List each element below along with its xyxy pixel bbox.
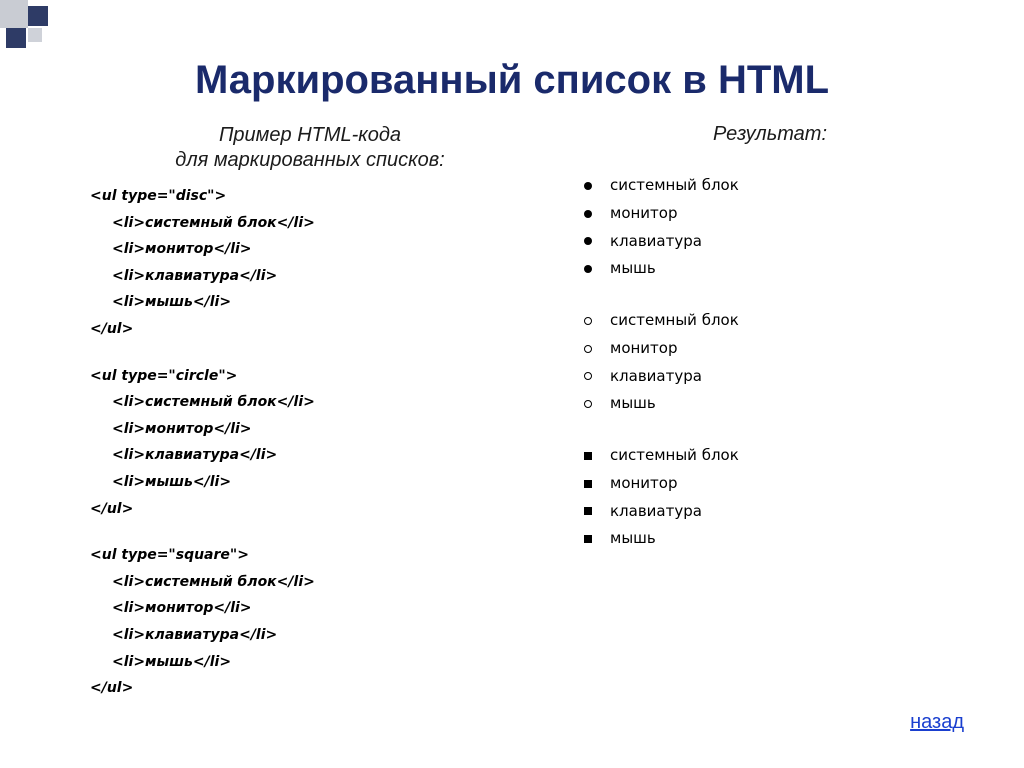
code-block-square: <ul type="square"> <li>системный блок</l… <box>90 542 530 702</box>
list-item: монитор <box>584 200 980 228</box>
code-line: <li>системный блок</li> <box>112 210 530 237</box>
list-item: клавиатура <box>584 498 980 526</box>
code-heading-line1: Пример HTML-кода <box>219 124 401 146</box>
code-line: </ul> <box>90 675 530 702</box>
bullet-circle-icon <box>584 400 592 408</box>
bullet-disc-icon <box>584 237 592 245</box>
code-line: <ul type="circle"> <box>90 363 530 390</box>
list-item-label: монитор <box>610 470 678 498</box>
list-item-label: системный блок <box>610 442 739 470</box>
code-line: <li>системный блок</li> <box>112 569 530 596</box>
result-list-disc: системный блок монитор клавиатура мышь <box>584 172 980 283</box>
deco-square <box>0 0 28 28</box>
list-item-label: мышь <box>610 390 656 418</box>
list-item: монитор <box>584 470 980 498</box>
list-item-label: системный блок <box>610 172 739 200</box>
bullet-square-icon <box>584 507 592 515</box>
bullet-square-icon <box>584 452 592 460</box>
corner-decoration <box>0 0 60 50</box>
code-line: <ul type="square"> <box>90 542 530 569</box>
page-title: Маркированный список в HTML <box>0 0 1024 103</box>
result-heading: Результат: <box>560 123 980 146</box>
code-heading: Пример HTML-кода для маркированных списк… <box>90 123 530 173</box>
list-item: системный блок <box>584 307 980 335</box>
code-line: <li>мышь</li> <box>112 289 530 316</box>
bullet-disc-icon <box>584 265 592 273</box>
list-item-label: клавиатура <box>610 498 702 526</box>
list-item: мышь <box>584 525 980 553</box>
list-item: клавиатура <box>584 228 980 256</box>
code-line: <li>мышь</li> <box>112 649 530 676</box>
list-item-label: системный блок <box>610 307 739 335</box>
list-item-label: клавиатура <box>610 228 702 256</box>
code-line: <li>клавиатура</li> <box>112 263 530 290</box>
bullet-disc-icon <box>584 182 592 190</box>
deco-square <box>28 6 48 26</box>
bullet-circle-icon <box>584 372 592 380</box>
bullet-square-icon <box>584 480 592 488</box>
code-line: <li>клавиатура</li> <box>112 442 530 469</box>
result-list-circle: системный блок монитор клавиатура мышь <box>584 307 980 418</box>
code-line: <li>монитор</li> <box>112 595 530 622</box>
list-item: монитор <box>584 335 980 363</box>
code-block-disc: <ul type="disc"> <li>системный блок</li>… <box>90 183 530 343</box>
bullet-square-icon <box>584 535 592 543</box>
bullet-circle-icon <box>584 345 592 353</box>
list-item-label: клавиатура <box>610 363 702 391</box>
list-item-label: мышь <box>610 255 656 283</box>
list-item-label: монитор <box>610 200 678 228</box>
list-item-label: мышь <box>610 525 656 553</box>
code-heading-line2: для маркированных списков: <box>175 149 444 171</box>
code-line: <li>мышь</li> <box>112 469 530 496</box>
code-line: <li>клавиатура</li> <box>112 622 530 649</box>
deco-square <box>28 28 42 42</box>
list-item: клавиатура <box>584 363 980 391</box>
list-item: мышь <box>584 255 980 283</box>
slide: Маркированный список в HTML Пример HTML-… <box>0 0 1024 768</box>
column-code: Пример HTML-кода для маркированных списк… <box>90 123 530 722</box>
bullet-disc-icon <box>584 210 592 218</box>
code-line: <li>системный блок</li> <box>112 389 530 416</box>
code-line: <li>монитор</li> <box>112 416 530 443</box>
column-result: Результат: системный блок монитор клавиа… <box>530 123 980 722</box>
result-list-square: системный блок монитор клавиатура мышь <box>584 442 980 553</box>
back-link[interactable]: назад <box>910 711 964 734</box>
list-item: системный блок <box>584 172 980 200</box>
code-line: <ul type="disc"> <box>90 183 530 210</box>
list-item-label: монитор <box>610 335 678 363</box>
code-line: </ul> <box>90 316 530 343</box>
code-line: </ul> <box>90 496 530 523</box>
content-area: Пример HTML-кода для маркированных списк… <box>0 103 1024 722</box>
code-block-circle: <ul type="circle"> <li>системный блок</l… <box>90 363 530 523</box>
bullet-circle-icon <box>584 317 592 325</box>
list-item: мышь <box>584 390 980 418</box>
code-line: <li>монитор</li> <box>112 236 530 263</box>
deco-square <box>6 28 26 48</box>
list-item: системный блок <box>584 442 980 470</box>
